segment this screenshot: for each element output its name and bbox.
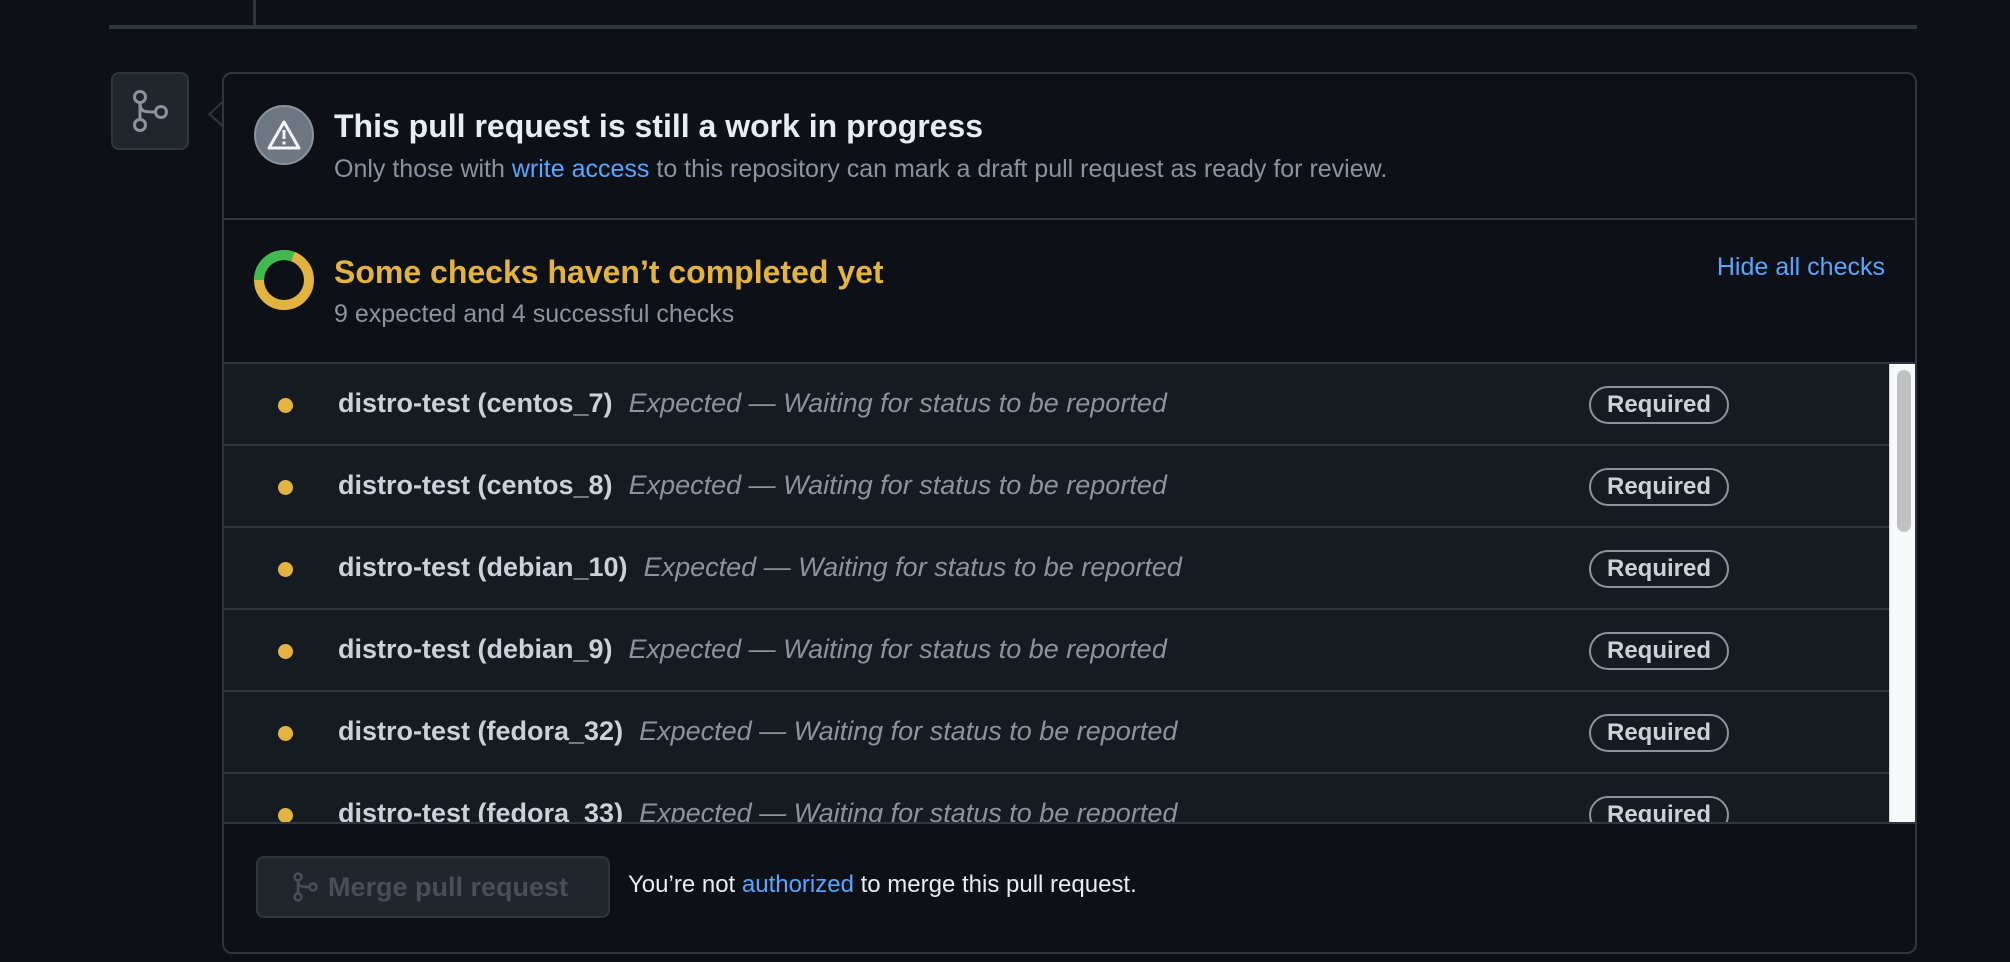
draft-description: Only those with write access to this rep… <box>334 155 1387 184</box>
check-text: distro-test (centos_8) Expected — Waiting… <box>338 470 1167 501</box>
check-name: distro-test (fedora_32) <box>338 716 624 746</box>
required-badge: Required <box>1589 632 1730 670</box>
check-row: distro-test (fedora_33) Expected — Waitin… <box>224 774 1889 822</box>
check-text: distro-test (debian_10) Expected — Waitin… <box>338 552 1182 583</box>
check-text: distro-test (debian_9) Expected — Waiting… <box>338 634 1167 665</box>
check-row: distro-test (centos_8) Expected — Waiting… <box>224 446 1889 528</box>
check-text: distro-test (fedora_32) Expected — Waitin… <box>338 716 1177 747</box>
merge-section: Merge pull request You’re not authorized… <box>224 822 1915 952</box>
authorized-link[interactable]: authorized <box>742 871 854 898</box>
draft-notice: This pull request is still a work in pro… <box>224 74 1915 220</box>
pending-status-icon <box>278 480 293 495</box>
timeline-divider <box>109 25 1917 29</box>
check-name: distro-test (centos_8) <box>338 470 613 500</box>
merge-pull-request-button[interactable]: Merge pull request <box>256 856 610 918</box>
check-row: distro-test (debian_10) Expected — Waitin… <box>224 528 1889 610</box>
pending-status-icon <box>278 398 293 413</box>
check-text: distro-test (fedora_33) Expected — Waitin… <box>338 798 1177 822</box>
merge-box: This pull request is still a work in pro… <box>222 72 1917 954</box>
check-name: distro-test (fedora_33) <box>338 798 624 822</box>
alert-icon <box>254 105 314 165</box>
required-badge: Required <box>1589 714 1730 752</box>
required-badge: Required <box>1589 468 1730 506</box>
draft-description-suffix: to this repository can mark a draft pull… <box>656 155 1388 183</box>
check-description: Expected — Waiting for status to be repo… <box>628 470 1167 500</box>
pending-status-icon <box>278 644 293 659</box>
pending-status-icon <box>278 562 293 577</box>
check-row: distro-test (debian_9) Expected — Waiting… <box>224 610 1889 692</box>
checks-progress-icon <box>254 250 314 310</box>
merge-note: You’re not authorized to merge this pull… <box>628 871 1137 899</box>
checks-scrollbar[interactable] <box>1889 364 1915 822</box>
check-description: Expected — Waiting for status to be repo… <box>639 716 1178 746</box>
merge-note-prefix: You’re not <box>628 871 736 898</box>
scrollbar-thumb[interactable] <box>1897 370 1911 532</box>
check-description: Expected — Waiting for status to be repo… <box>643 552 1182 582</box>
check-name: distro-test (debian_10) <box>338 552 628 582</box>
pending-status-icon <box>278 726 293 741</box>
check-description: Expected — Waiting for status to be repo… <box>628 388 1167 418</box>
merge-note-suffix: to merge this pull request. <box>860 871 1137 898</box>
required-badge: Required <box>1589 550 1730 588</box>
merge-button-label: Merge pull request <box>328 871 569 902</box>
git-merge-icon <box>293 872 318 902</box>
check-description: Expected — Waiting for status to be repo… <box>639 798 1178 822</box>
pending-status-icon <box>278 808 293 822</box>
checks-title: Some checks haven’t completed yet <box>334 254 884 290</box>
checks-count: 9 expected and 4 successful checks <box>334 300 735 328</box>
check-name: distro-test (debian_9) <box>338 634 613 664</box>
write-access-link[interactable]: write access <box>512 155 650 183</box>
hide-all-checks-link[interactable]: Hide all checks <box>1717 253 1885 282</box>
git-branch-icon <box>111 72 189 150</box>
check-text: distro-test (centos_7) Expected — Waiting… <box>338 388 1167 419</box>
check-row: distro-test (centos_7) Expected — Waiting… <box>224 364 1889 446</box>
check-name: distro-test (centos_7) <box>338 388 613 418</box>
required-badge: Required <box>1589 386 1730 424</box>
checks-summary: Some checks haven’t completed yet 9 expe… <box>224 220 1915 364</box>
required-badge: Required <box>1589 796 1730 822</box>
timeline-connector <box>253 0 256 25</box>
check-description: Expected — Waiting for status to be repo… <box>628 634 1167 664</box>
check-row: distro-test (fedora_32) Expected — Waitin… <box>224 692 1889 774</box>
draft-description-prefix: Only those with <box>334 155 505 183</box>
checks-list: distro-test (centos_7) Expected — Waiting… <box>224 364 1889 822</box>
draft-title: This pull request is still a work in pro… <box>334 108 984 144</box>
